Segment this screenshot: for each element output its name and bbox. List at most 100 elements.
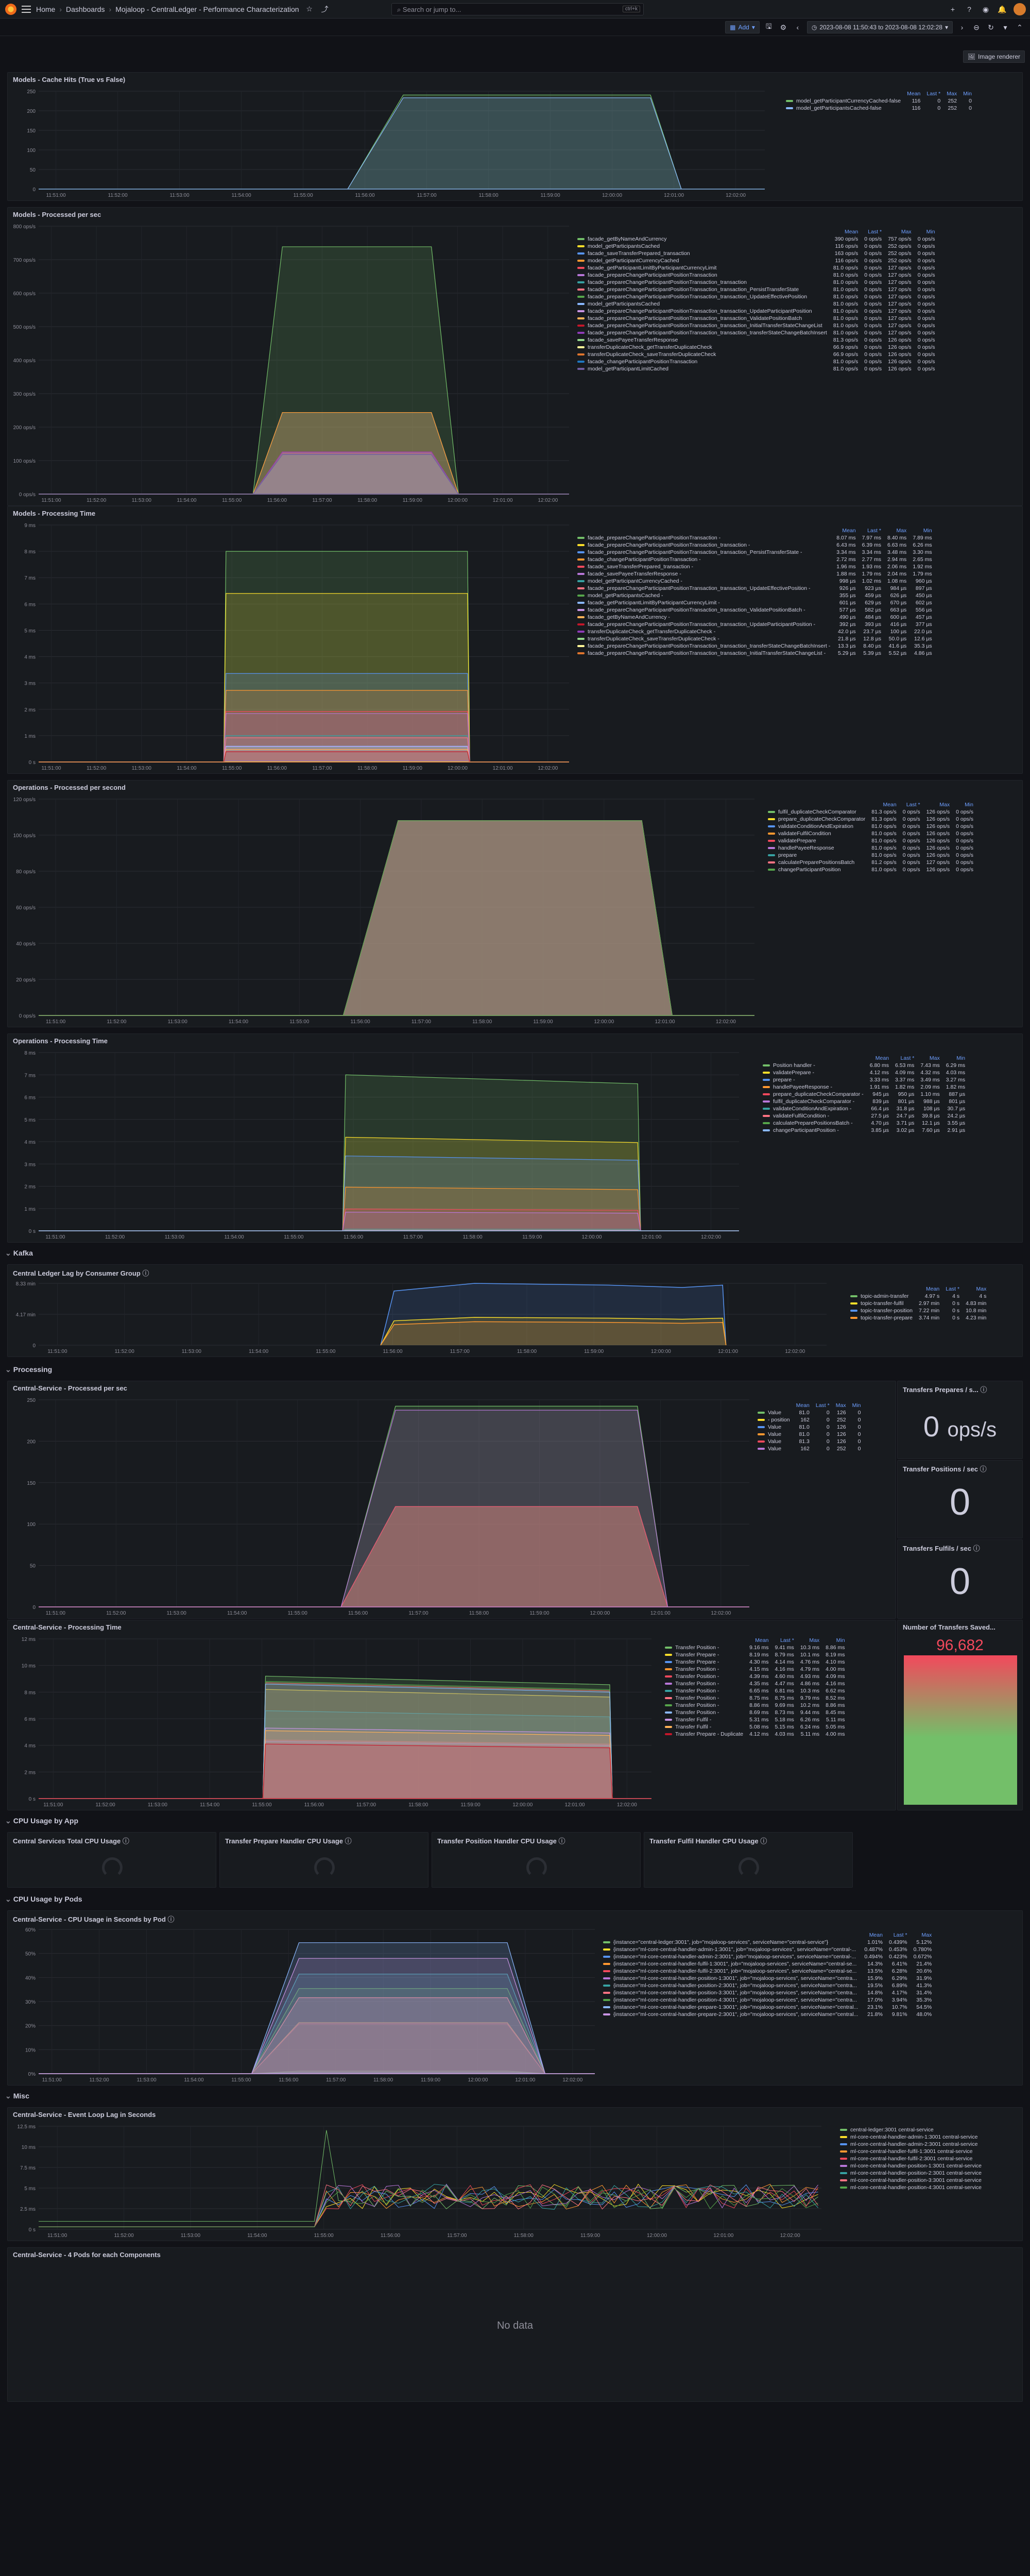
legend-item[interactable]: facade_getByNameAndCurrency 390 ops/s 0 op… (574, 235, 938, 243)
legend-item[interactable]: ml-core-central-handler-fulfil-2:3001 ce… (837, 2155, 985, 2162)
legend-header-col[interactable]: Last * (886, 1931, 911, 1939)
legend-header-col[interactable]: Max (923, 801, 953, 808)
legend-item-name[interactable]: Value (754, 1409, 793, 1416)
legend-header-col[interactable]: Last * (771, 1637, 797, 1644)
legend-item[interactable]: {instance="ml-core-central-handler-posit… (600, 1975, 935, 1982)
legend-item-name[interactable]: ml-core-central-handler-admin-1:3001 cen… (837, 2133, 985, 2141)
legend-item-name[interactable]: transferDuplicateCheck_saveTransferDupli… (574, 635, 833, 642)
legend-item-name[interactable]: facade_prepareChangeParticipantPositionT… (574, 272, 830, 279)
legend-item[interactable]: validateConditionAndExpiration 81.0 ops/s… (765, 823, 976, 830)
legend-item[interactable]: Value 81.3 0 126 0 (754, 1438, 864, 1445)
legend-item[interactable]: facade_prepareChangeParticipantPositionT… (574, 585, 935, 592)
legend-item-name[interactable]: prepare_duplicateCheckComparator - (760, 1091, 867, 1098)
legend-item[interactable]: ml-core-central-handler-admin-1:3001 cen… (837, 2133, 985, 2141)
legend-header-col[interactable]: Min (909, 527, 935, 534)
legend-item-name[interactable]: facade_prepareChangeParticipantPositionT… (574, 286, 830, 293)
legend-item[interactable]: fulfil_duplicateCheckComparator 81.3 ops/… (765, 808, 976, 816)
legend-item-name[interactable]: facade_prepareChangeParticipantPositionT… (574, 606, 833, 614)
legend-item[interactable]: {instance="ml-core-central-handler-fulfi… (600, 1968, 935, 1975)
legend-item-name[interactable]: {instance="ml-core-central-handler-posit… (600, 1982, 861, 1989)
legend-item-name[interactable]: changeParticipantPosition - (760, 1127, 867, 1134)
legend-item[interactable]: facade_prepareChangeParticipantPositionT… (574, 650, 935, 657)
legend-item[interactable]: calculatePreparePositionsBatch - 4.70 µs 3… (760, 1120, 968, 1127)
legend-header-col[interactable]: Min (849, 1402, 864, 1409)
row-misc[interactable]: ⌄ Misc (5, 2092, 29, 2100)
chevron-down-icon[interactable]: ▾ (1000, 22, 1010, 32)
breadcrumb-dashboard-title[interactable]: Mojaloop - CentralLedger - Performance C… (115, 5, 299, 13)
legend-header-col[interactable]: Min (822, 1637, 848, 1644)
legend-item-name[interactable]: {instance="ml-core-central-handler-posit… (600, 1996, 861, 2004)
legend-item[interactable]: model_getParticipantCurrencyCached 116 op… (574, 257, 938, 264)
legend-item-name[interactable]: facade_prepareChangeParticipantPositionT… (574, 621, 833, 628)
legend-header-col[interactable]: Max (963, 1285, 989, 1293)
legend-item[interactable]: {instance="ml-core-central-handler-admin… (600, 1953, 935, 1960)
share-icon[interactable]: ⤴ (320, 4, 330, 14)
legend-item-name[interactable]: model_getParticipantCurrencyCached-false (783, 97, 904, 105)
legend-item-name[interactable]: validatePrepare - (760, 1069, 867, 1076)
legend-item-name[interactable]: facade_saveTransferPrepared_transaction (574, 250, 830, 257)
row-cpu-app[interactable]: ⌄ CPU Usage by App (5, 1817, 78, 1825)
legend-item[interactable]: facade_prepareChangeParticipantPositionT… (574, 322, 938, 329)
legend-item[interactable]: Transfer Position - 8.69 ms 8.73 ms 9.44 ms… (662, 1709, 848, 1716)
legend-item-name[interactable]: facade_prepareChangeParticipantPositionT… (574, 279, 830, 286)
row-cpu-pods[interactable]: ⌄ CPU Usage by Pods (5, 1895, 82, 1904)
legend-item-name[interactable]: validateConditionAndExpiration - (760, 1105, 867, 1112)
legend-header-col[interactable]: Mean (904, 90, 923, 97)
legend-item[interactable]: {instance="ml-core-central-handler-fulfi… (600, 1960, 935, 1968)
legend-item-name[interactable]: {instance="ml-core-central-handler-admin… (600, 1946, 861, 1953)
legend-header-col[interactable]: Last * (923, 90, 943, 97)
legend-item[interactable]: model_getParticipantCurrencyCached-false… (783, 97, 975, 105)
legend-item[interactable]: transferDuplicateCheck_getTransferDuplic… (574, 628, 935, 635)
collapse-icon[interactable]: ⌃ (1015, 22, 1025, 32)
info-icon[interactable]: ⓘ (142, 1269, 149, 1277)
legend-item-name[interactable]: facade_getByNameAndCurrency (574, 235, 830, 243)
legend-item-name[interactable]: ml-core-central-handler-position-1:3001 … (837, 2162, 985, 2170)
legend-item-name[interactable]: facade_prepareChangeParticipantPositionT… (574, 541, 833, 549)
legend-item-name[interactable]: Transfer Position - (662, 1680, 746, 1687)
legend-item[interactable]: facade_prepareChangeParticipantPositionT… (574, 329, 938, 336)
legend-item[interactable]: facade_changeParticipantPositionTransact… (574, 556, 935, 563)
legend-item[interactable]: model_getParticipantCurrencyCached - 998 … (574, 578, 935, 585)
star-icon[interactable]: ☆ (304, 4, 315, 14)
info-icon[interactable]: ⓘ (980, 1465, 987, 1473)
legend-item-name[interactable]: facade_saveTransferPrepared_transaction … (574, 563, 833, 570)
legend-item-name[interactable]: Transfer Prepare - (662, 1651, 746, 1658)
legend-item[interactable]: Transfer Prepare - 4.30 ms 4.14 ms 4.76 ms 4… (662, 1658, 848, 1666)
legend-item-name[interactable]: fulfil_duplicateCheckComparator (765, 808, 868, 816)
legend-item-name[interactable]: {instance="ml-core-central-handler-admin… (600, 1953, 861, 1960)
legend-item-name[interactable]: ml-core-central-handler-position-3:3001 … (837, 2177, 985, 2184)
legend-item[interactable]: validateFulfilCondition - 27.5 µs 24.7 µs 3… (760, 1112, 968, 1120)
legend-header-col[interactable]: Mean (793, 1402, 813, 1409)
legend-header-col[interactable]: Min (953, 801, 976, 808)
legend-item-name[interactable]: facade_prepareChangeParticipantPositionT… (574, 308, 830, 315)
legend-header-col[interactable]: Mean (746, 1637, 771, 1644)
info-icon[interactable]: ⓘ (759, 1837, 767, 1845)
legend-item-name[interactable]: Position handler - (760, 1062, 867, 1069)
legend-header-col[interactable]: Last * (859, 527, 884, 534)
legend-item[interactable]: transferDuplicateCheck_getTransferDuplic… (574, 344, 938, 351)
legend-item[interactable]: calculatePreparePositionsBatch 81.2 ops/s… (765, 859, 976, 866)
legend-item[interactable]: prepare - 3.33 ms 3.37 ms 3.49 ms 3.27 ms (760, 1076, 968, 1083)
legend-item-name[interactable]: calculatePreparePositionsBatch (765, 859, 868, 866)
info-icon[interactable]: ⓘ (557, 1837, 565, 1845)
info-icon[interactable]: ⓘ (121, 1837, 129, 1845)
info-icon[interactable]: ⓘ (343, 1837, 352, 1845)
legend-item-name[interactable]: facade_prepareChangeParticipantPositionT… (574, 549, 833, 556)
legend-header-col[interactable]: Last * (892, 1055, 917, 1062)
legend-item-name[interactable]: Transfer Fulfil - (662, 1723, 746, 1731)
legend-item-name[interactable]: validateFulfilCondition (765, 830, 868, 837)
refresh-icon[interactable]: ↻ (986, 22, 996, 32)
legend-item[interactable]: ml-core-central-handler-admin-2:3001 cen… (837, 2141, 985, 2148)
legend-header-col[interactable]: Mean (867, 1055, 892, 1062)
legend-item[interactable]: Transfer Position - 4.15 ms 4.16 ms 4.79 ms… (662, 1666, 848, 1673)
legend-item[interactable]: facade_getParticipantLimitByParticipantC… (574, 264, 938, 272)
legend-item-name[interactable]: topic-transfer-fulfil (847, 1300, 916, 1307)
legend-header-col[interactable]: Last * (942, 1285, 963, 1293)
legend-item-name[interactable]: facade_savePayeeTransferResponse - (574, 570, 833, 578)
legend-item-name[interactable]: topic-transfer-position (847, 1307, 916, 1314)
legend-item-name[interactable]: transferDuplicateCheck_getTransferDuplic… (574, 344, 830, 351)
legend-item-name[interactable]: Transfer Position - (662, 1666, 746, 1673)
legend-item[interactable]: facade_prepareChangeParticipantPositionT… (574, 642, 935, 650)
legend-item-name[interactable]: topic-transfer-prepare (847, 1314, 916, 1321)
legend-item[interactable]: central-ledger:3001 central-service (837, 2126, 985, 2133)
